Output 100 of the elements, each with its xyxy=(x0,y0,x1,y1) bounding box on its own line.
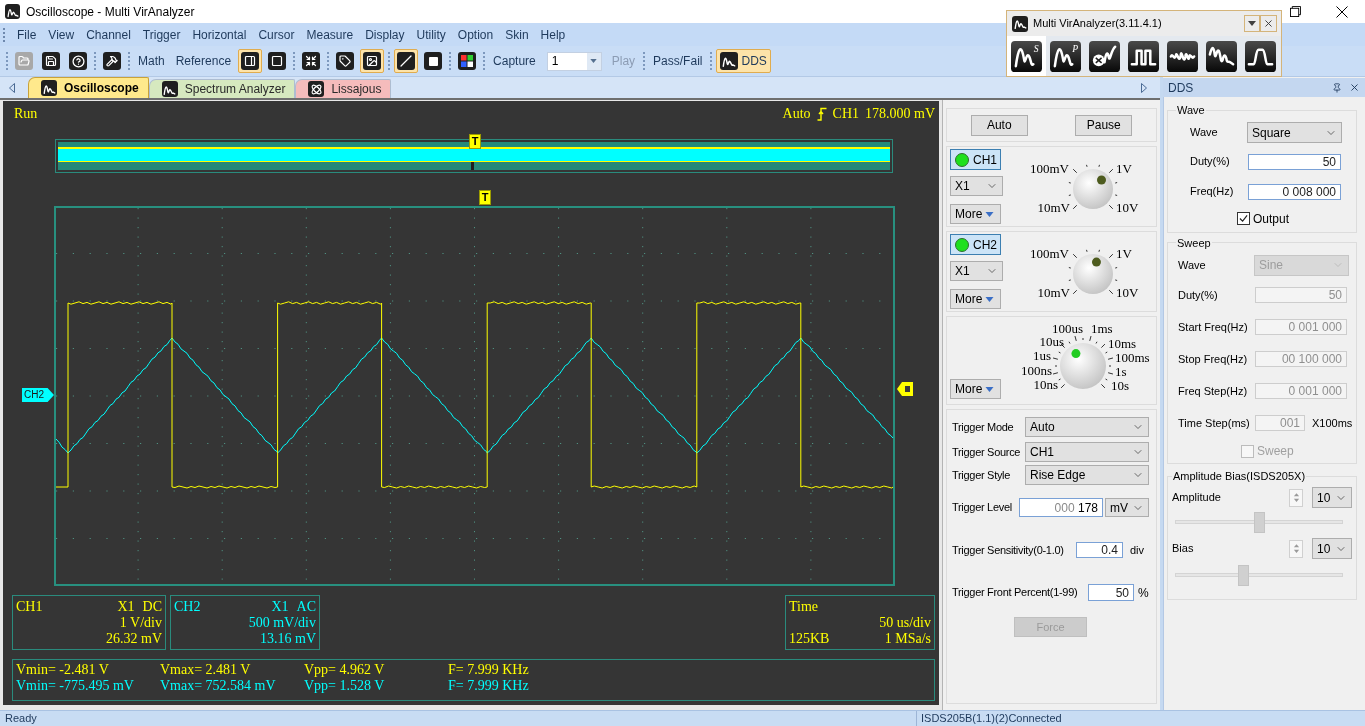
stop-icon xyxy=(424,52,443,70)
checkmark-icon xyxy=(1239,214,1248,223)
vmin-reading: Vmin= -2.481 V xyxy=(16,662,110,678)
field-label: Duty(%) xyxy=(1178,287,1219,303)
channel-name: CH1 xyxy=(16,599,43,615)
slider-thumb[interactable] xyxy=(1237,565,1249,586)
panel-title: DDS xyxy=(1168,79,1194,97)
trigger-level-field[interactable]: 000 178 xyxy=(1019,498,1103,517)
pin-button[interactable] xyxy=(1330,80,1344,95)
window-title: Multi VirAnalyzer(3.11.4.1) xyxy=(1033,16,1162,32)
wave-select[interactable]: Square xyxy=(1247,122,1342,143)
tab[interactable]: Lissajous xyxy=(295,79,392,98)
tab[interactable]: Spectrum Analyzer xyxy=(148,79,296,98)
toolbar-button[interactable] xyxy=(39,49,63,73)
channel-marker: CH2 xyxy=(22,388,54,402)
vpp-reading: Vpp= 4.962 V xyxy=(304,662,386,678)
unit-select[interactable]: mV xyxy=(1105,498,1149,517)
field-label: Freq Step(Hz) xyxy=(1178,383,1249,399)
menu-item[interactable]: Cursor xyxy=(252,24,301,45)
channel-toggle-button[interactable]: CH2 xyxy=(950,234,1001,255)
slider-thumb[interactable] xyxy=(1253,512,1265,533)
field-label: Trigger Style xyxy=(952,467,1012,483)
capture-count-select[interactable]: 1 xyxy=(546,51,602,71)
trigger-select[interactable]: Rise Edge xyxy=(1025,465,1149,485)
time-per-div: 50 us/div xyxy=(879,615,931,631)
number-field[interactable]: 50 xyxy=(1248,153,1341,170)
menu-item[interactable]: Horizontal xyxy=(186,24,253,45)
trigger-position-marker: T xyxy=(469,134,481,149)
field-label: Amplitude xyxy=(1172,490,1221,506)
menu-item[interactable]: View xyxy=(42,24,81,45)
field-label: Stop Freq(Hz) xyxy=(1178,351,1249,367)
toolbar-button[interactable]: DDS xyxy=(716,49,771,73)
unit-label: % xyxy=(1138,584,1149,602)
front-percent-field[interactable]: 50 xyxy=(1088,584,1134,601)
control-button[interactable]: Auto xyxy=(970,114,1028,136)
checkbox-label: Sweep xyxy=(1257,443,1294,460)
up-down-arrows-icon xyxy=(1292,543,1300,554)
value-select[interactable]: 10 xyxy=(1312,538,1352,559)
menu-item[interactable]: Display xyxy=(359,24,411,45)
slider-track[interactable] xyxy=(1175,565,1343,586)
menu-item[interactable]: Channel xyxy=(80,24,137,45)
dropdown-button[interactable] xyxy=(1244,15,1260,32)
probe-select[interactable]: X1 xyxy=(950,176,1003,196)
waveform-icon xyxy=(41,80,57,96)
toolbar-button[interactable]: Math xyxy=(134,49,169,73)
caret-down-icon xyxy=(590,59,598,63)
toolbar-button[interactable] xyxy=(100,49,124,73)
menu-item[interactable]: Help xyxy=(534,24,572,45)
sample-rate: 1 MSa/s xyxy=(884,631,931,647)
more-dropdown-button[interactable]: More xyxy=(950,379,1001,399)
toolbar-button[interactable]: Reference xyxy=(171,49,236,73)
trigger-select[interactable]: Auto xyxy=(1025,417,1149,437)
toolbar-button[interactable]: Pass/Fail xyxy=(649,49,707,73)
field-label: Time Step(ms) xyxy=(1178,415,1251,431)
toolbar-button[interactable] xyxy=(394,49,419,73)
tab[interactable]: Oscilloscope xyxy=(28,77,149,98)
level-marker-icon xyxy=(897,382,913,396)
trigger-source: CH1 xyxy=(832,106,859,122)
channel-toggle-button[interactable]: CH1 xyxy=(950,149,1001,170)
app-logo-icon xyxy=(5,4,20,19)
spin-buttons[interactable] xyxy=(1289,488,1303,507)
menu-item[interactable]: File xyxy=(11,24,43,45)
field-label: Freq(Hz) xyxy=(1190,184,1235,200)
value-select[interactable]: 10 xyxy=(1312,487,1352,508)
knob-scale-label: 10mV xyxy=(1037,286,1070,300)
menu-item[interactable]: Trigger xyxy=(136,24,187,45)
menu-item[interactable]: Option xyxy=(451,24,500,45)
toolbar-button[interactable] xyxy=(66,49,90,73)
control-button[interactable]: Pause xyxy=(1075,114,1133,136)
square-frame-icon xyxy=(268,52,287,70)
close-button[interactable] xyxy=(1260,15,1277,32)
menu-item[interactable]: Measure xyxy=(300,24,360,45)
waveform-icon xyxy=(720,52,739,70)
help-icon xyxy=(69,52,87,70)
unit-label: div xyxy=(1130,542,1145,558)
slider-track[interactable] xyxy=(1175,512,1343,533)
probe-select[interactable]: X1 xyxy=(950,261,1003,281)
more-dropdown-button[interactable]: More xyxy=(950,289,1001,309)
trigger-select[interactable]: CH1 xyxy=(1025,442,1149,462)
output-checkbox[interactable] xyxy=(1237,212,1250,225)
knob-scale-label: 100us xyxy=(1052,322,1084,336)
spin-buttons[interactable] xyxy=(1289,539,1303,558)
probe-ratio: X1 xyxy=(271,599,289,615)
number-field[interactable]: 0 008 000 xyxy=(1248,183,1341,200)
trapezoid-pulse-icon xyxy=(1245,40,1276,72)
group-title: Sweep xyxy=(1176,235,1212,251)
sensitivity-field[interactable]: 0.4 xyxy=(1076,542,1123,558)
trigger-mode: Auto xyxy=(782,106,811,122)
toolbar-button[interactable] xyxy=(360,49,385,73)
menu-item[interactable]: Skin xyxy=(499,24,535,45)
menu-item[interactable]: Utility xyxy=(410,24,452,45)
toolbar-button[interactable] xyxy=(238,49,263,73)
vpp-reading: Vpp= 1.528 V xyxy=(304,678,386,694)
field-label: Wave xyxy=(1178,257,1207,273)
knob-scale-label: 10mV xyxy=(1037,201,1070,215)
toolbar-button[interactable]: Capture xyxy=(489,49,540,73)
knob-scale-label: 100ms xyxy=(1115,351,1150,365)
more-dropdown-button[interactable]: More xyxy=(950,204,1001,224)
probe-ratio: X1 xyxy=(117,599,135,615)
knob-scale-label: 10us xyxy=(1039,335,1064,349)
